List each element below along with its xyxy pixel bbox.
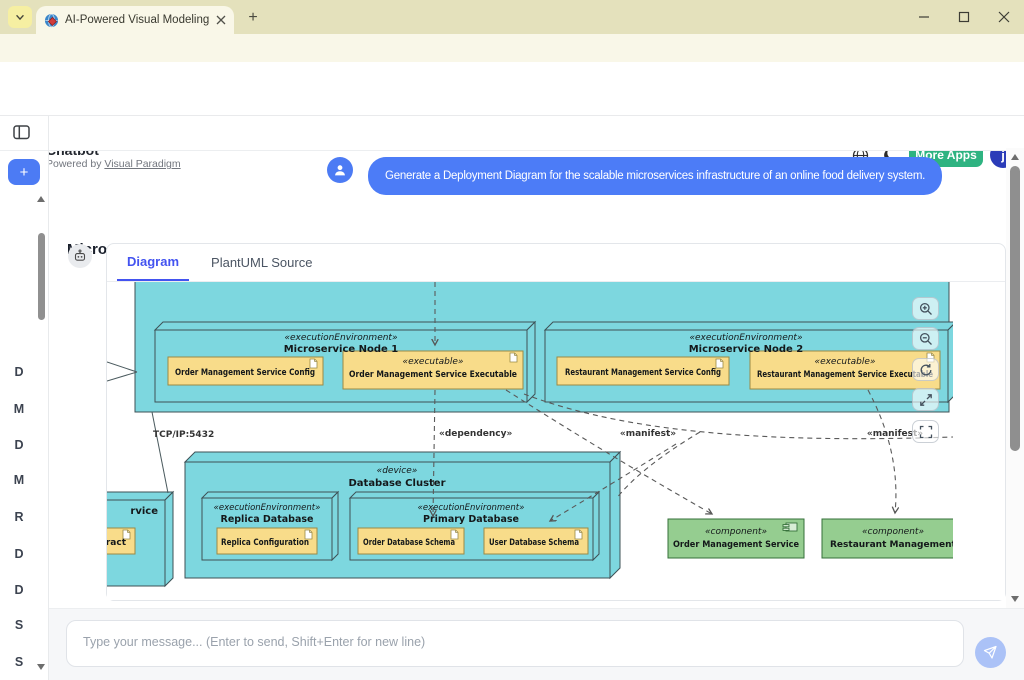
- artifact-label: Restaurant Management Service Executable: [757, 370, 933, 380]
- tab-plantuml-source[interactable]: PlantUML Source: [201, 244, 322, 281]
- message-input-bar: [49, 608, 1024, 680]
- clipped-artifact-label: tract: [107, 538, 127, 548]
- bot-avatar: [68, 244, 92, 268]
- diagram-card: Diagram PlantUML Source: [106, 243, 1006, 601]
- sidebar-item[interactable]: D: [10, 547, 28, 561]
- components: [668, 519, 962, 558]
- new-chat-button[interactable]: +: [8, 159, 40, 185]
- sidebar-item[interactable]: D: [10, 438, 28, 452]
- node2-stereotype: «executionEnvironment»: [689, 333, 802, 343]
- primary-name: Primary Database: [423, 514, 519, 525]
- page-title-bar: Microservices Deployment Diagram: [0, 116, 1024, 151]
- node1-stereotype: «executionEnvironment»: [284, 333, 397, 343]
- sidebar-item[interactable]: M: [10, 402, 28, 416]
- device-stereotype: «device»: [377, 466, 418, 476]
- zoom-in-button[interactable]: [912, 297, 939, 320]
- card-tab-row: Diagram PlantUML Source: [107, 244, 1005, 282]
- user-message-bubble: Generate a Deployment Diagram for the sc…: [368, 157, 942, 195]
- sidebar-item[interactable]: S: [10, 655, 28, 669]
- new-tab-button[interactable]: +: [242, 7, 264, 29]
- edge-left-2: [107, 372, 137, 381]
- sidebar-divider: [48, 116, 49, 680]
- sidebar-scroll-up-icon[interactable]: [37, 196, 45, 202]
- robot-icon: [73, 249, 87, 263]
- user-message-avatar: [327, 157, 353, 183]
- artifact-stereotype: «executable»: [815, 357, 876, 367]
- window-controls: [904, 0, 1024, 34]
- component-restaurant-service: [822, 519, 962, 558]
- minimize-button[interactable]: [904, 0, 944, 34]
- sidebar-item[interactable]: D: [10, 365, 28, 379]
- fullscreen-button[interactable]: [912, 420, 939, 443]
- person-icon: [333, 163, 347, 177]
- browser-toolbar: ai-toolbox.visual-paradigm.com/app/chatb…: [0, 34, 1024, 62]
- browser-tab-strip: AI-Powered Visual Modeling Ch +: [0, 0, 1024, 34]
- tab-search-button[interactable]: [8, 6, 32, 28]
- sidebar-item[interactable]: M: [10, 473, 28, 487]
- send-plane-icon: [983, 645, 998, 660]
- powered-by: Powered by Visual Paradigm: [46, 158, 181, 170]
- edge-crossing: [616, 432, 700, 499]
- component-name: Restaurant Management Serv: [830, 540, 982, 550]
- maximize-button[interactable]: [944, 0, 984, 34]
- chat-scrollbar[interactable]: [1006, 148, 1024, 608]
- sidebar-toggle-icon[interactable]: [13, 125, 30, 140]
- primary-stereotype: «executionEnvironment»: [418, 503, 525, 513]
- component-stereotype: «component»: [862, 527, 924, 537]
- artifact-stereotype: «executable»: [403, 357, 464, 367]
- site-favicon: [44, 13, 59, 28]
- node1-name: Microservice Node 1: [284, 344, 399, 355]
- edge-label-manifest: «manifest»: [620, 429, 676, 439]
- tab-close-icon[interactable]: [216, 15, 226, 25]
- component-icon: [783, 523, 797, 531]
- scroll-down-icon[interactable]: [1011, 596, 1019, 602]
- browser-window: AI-Powered Visual Modeling Ch + ai-toolb…: [0, 0, 1024, 680]
- scroll-up-icon[interactable]: [1011, 154, 1019, 160]
- sidebar-item[interactable]: R: [10, 510, 28, 524]
- clipped-node-name: rvice: [130, 506, 158, 517]
- replica-stereotype: «executionEnvironment»: [214, 503, 321, 513]
- message-input[interactable]: [66, 620, 964, 667]
- sidebar-scroll-down-icon[interactable]: [37, 664, 45, 670]
- replica-name: Replica Database: [221, 514, 314, 525]
- edge-label-tcp: TCP/IP:5432: [153, 430, 214, 440]
- scrollbar-thumb[interactable]: [1010, 166, 1020, 451]
- edge-left-1: [107, 362, 137, 372]
- sidebar-item[interactable]: S: [10, 618, 28, 632]
- component-stereotype: «component»: [705, 527, 767, 537]
- artifact-label: Order Database Schema: [363, 538, 455, 548]
- browser-tab[interactable]: AI-Powered Visual Modeling Ch: [36, 6, 234, 34]
- edge-tcp: [152, 412, 168, 493]
- conversation-sidebar: + D M D M R D D S S R S P: [0, 151, 48, 680]
- artifact-label: Order Management Service Config: [175, 368, 315, 378]
- zoom-reset-button[interactable]: [912, 358, 939, 381]
- deployment-diagram: «executionEnvironment» Microservice Node…: [107, 282, 1005, 600]
- visual-paradigm-link[interactable]: Visual Paradigm: [104, 158, 180, 170]
- artifact-label: User Database Schema: [489, 538, 579, 548]
- sidebar-scrollbar-thumb[interactable]: [38, 233, 45, 320]
- device-name: Database Cluster: [348, 478, 445, 489]
- expand-button[interactable]: [912, 388, 939, 411]
- node2-name: Microservice Node 2: [689, 344, 804, 355]
- sidebar-item[interactable]: D: [10, 583, 28, 597]
- tab-diagram[interactable]: Diagram: [117, 244, 189, 281]
- tab-title: AI-Powered Visual Modeling Ch: [65, 14, 210, 26]
- edge-label-dependency: «dependency»: [439, 429, 512, 439]
- component-name: Order Management Service: [673, 540, 799, 550]
- artifact-label: Restaurant Management Service Config: [565, 368, 721, 378]
- close-button[interactable]: [984, 0, 1024, 34]
- diagram-viewport[interactable]: «executionEnvironment» Microservice Node…: [107, 282, 1005, 600]
- chevron-down-icon: [14, 11, 26, 23]
- artifact-label: Order Management Service Executable: [349, 370, 517, 380]
- artifact-label: Replica Configuration: [221, 538, 309, 548]
- send-button[interactable]: [975, 637, 1006, 668]
- zoom-out-button[interactable]: [912, 327, 939, 350]
- app-header: Chatbot Powered by Visual Paradigm More …: [0, 62, 1024, 116]
